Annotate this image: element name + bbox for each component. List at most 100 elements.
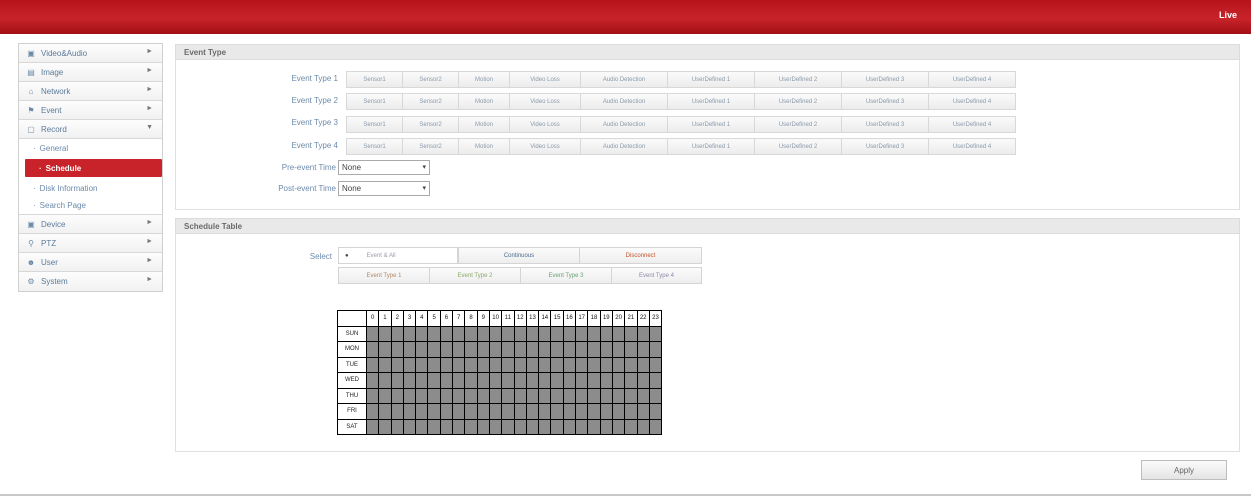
schedule-cell[interactable] bbox=[464, 325, 478, 342]
schedule-cell[interactable] bbox=[624, 325, 638, 342]
schedule-cell[interactable] bbox=[538, 356, 552, 373]
sidebar-item-system[interactable]: ⚙ System ► bbox=[19, 272, 162, 291]
event-type-3-userdefined-4-button[interactable]: UserDefined 4 bbox=[928, 116, 1016, 133]
schedule-cell[interactable] bbox=[587, 372, 601, 389]
day-label[interactable]: SUN bbox=[337, 325, 367, 342]
schedule-cell[interactable] bbox=[550, 356, 564, 373]
hour-header[interactable]: 9 bbox=[476, 310, 490, 327]
schedule-cell[interactable] bbox=[538, 403, 552, 420]
hour-header[interactable]: 7 bbox=[452, 310, 466, 327]
schedule-cell[interactable] bbox=[464, 372, 478, 389]
schedule-cell[interactable] bbox=[501, 372, 515, 389]
schedule-cell[interactable] bbox=[624, 356, 638, 373]
schedule-cell[interactable] bbox=[587, 341, 601, 358]
schedule-cell[interactable] bbox=[513, 341, 527, 358]
schedule-cell[interactable] bbox=[488, 325, 503, 342]
hour-header[interactable]: 6 bbox=[439, 310, 454, 327]
schedule-cell[interactable] bbox=[648, 387, 663, 404]
schedule-cell[interactable] bbox=[525, 325, 540, 342]
sidebar-item-image[interactable]: ▤ Image ► bbox=[19, 63, 162, 82]
schedule-cell[interactable] bbox=[488, 403, 503, 420]
schedule-cell[interactable] bbox=[402, 341, 417, 358]
schedule-cell[interactable] bbox=[464, 418, 478, 435]
schedule-cell[interactable] bbox=[501, 325, 515, 342]
schedule-cell[interactable] bbox=[550, 403, 564, 420]
schedule-cell[interactable] bbox=[538, 418, 552, 435]
schedule-cell[interactable] bbox=[599, 325, 613, 342]
schedule-cell[interactable] bbox=[488, 372, 503, 389]
pre-event-time-select[interactable]: None ▾ bbox=[338, 160, 430, 175]
schedule-cell[interactable] bbox=[611, 356, 626, 373]
schedule-cell[interactable] bbox=[562, 325, 577, 342]
event-type-1-video-loss-button[interactable]: Video Loss bbox=[509, 71, 581, 88]
schedule-cell[interactable] bbox=[599, 403, 613, 420]
hour-header[interactable]: 18 bbox=[587, 310, 601, 327]
schedule-cell[interactable] bbox=[402, 372, 417, 389]
day-label[interactable]: TUE bbox=[337, 356, 367, 373]
event-type-1-userdefined-1-button[interactable]: UserDefined 1 bbox=[667, 71, 755, 88]
schedule-cell[interactable] bbox=[513, 372, 527, 389]
event-all-option[interactable]: ● Event & All bbox=[338, 247, 458, 264]
schedule-cell[interactable] bbox=[624, 387, 638, 404]
schedule-cell[interactable] bbox=[402, 387, 417, 404]
schedule-cell[interactable] bbox=[513, 403, 527, 420]
schedule-cell[interactable] bbox=[476, 387, 490, 404]
event-type-1-motion-button[interactable]: Motion bbox=[458, 71, 510, 88]
event-type-2-audio-detection-button[interactable]: Audio Detection bbox=[580, 93, 668, 110]
schedule-cell[interactable] bbox=[575, 387, 589, 404]
schedule-cell[interactable] bbox=[648, 418, 663, 435]
schedule-cell[interactable] bbox=[599, 356, 613, 373]
day-label[interactable]: MON bbox=[337, 341, 367, 358]
schedule-cell[interactable] bbox=[427, 418, 441, 435]
schedule-cell[interactable] bbox=[365, 325, 380, 342]
event-type-2-userdefined-2-button[interactable]: UserDefined 2 bbox=[754, 93, 842, 110]
day-label[interactable]: SAT bbox=[337, 418, 367, 435]
hour-header[interactable]: 22 bbox=[636, 310, 650, 327]
schedule-cell[interactable] bbox=[378, 325, 392, 342]
schedule-cell[interactable] bbox=[439, 356, 454, 373]
schedule-cell[interactable] bbox=[525, 418, 540, 435]
sidebar-item-video-audio[interactable]: ▣ Video&Audio ► bbox=[19, 44, 162, 63]
schedule-cell[interactable] bbox=[476, 325, 490, 342]
schedule-cell[interactable] bbox=[575, 418, 589, 435]
schedule-cell[interactable] bbox=[365, 418, 380, 435]
event-type-4-audio-detection-button[interactable]: Audio Detection bbox=[580, 138, 668, 155]
sidebar-item-device[interactable]: ▣ Device ► bbox=[19, 215, 162, 234]
schedule-cell[interactable] bbox=[415, 325, 429, 342]
event-type-2-userdefined-3-button[interactable]: UserDefined 3 bbox=[841, 93, 929, 110]
schedule-cell[interactable] bbox=[415, 356, 429, 373]
schedule-cell[interactable] bbox=[648, 372, 663, 389]
schedule-cell[interactable] bbox=[513, 356, 527, 373]
event-type-1-userdefined-4-button[interactable]: UserDefined 4 bbox=[928, 71, 1016, 88]
schedule-cell[interactable] bbox=[390, 387, 404, 404]
schedule-cell[interactable] bbox=[365, 403, 380, 420]
schedule-cell[interactable] bbox=[365, 372, 380, 389]
schedule-cell[interactable] bbox=[501, 418, 515, 435]
schedule-cell[interactable] bbox=[415, 341, 429, 358]
schedule-cell[interactable] bbox=[575, 356, 589, 373]
schedule-cell[interactable] bbox=[427, 403, 441, 420]
schedule-cell[interactable] bbox=[648, 341, 663, 358]
schedule-cell[interactable] bbox=[611, 418, 626, 435]
sidebar-item-ptz[interactable]: ⚲ PTZ ► bbox=[19, 234, 162, 253]
schedule-cell[interactable] bbox=[611, 403, 626, 420]
schedule-cell[interactable] bbox=[452, 325, 466, 342]
event-type-3-audio-detection-button[interactable]: Audio Detection bbox=[580, 116, 668, 133]
schedule-cell[interactable] bbox=[587, 387, 601, 404]
schedule-cell[interactable] bbox=[538, 387, 552, 404]
schedule-cell[interactable] bbox=[550, 418, 564, 435]
schedule-cell[interactable] bbox=[562, 341, 577, 358]
schedule-cell[interactable] bbox=[415, 418, 429, 435]
live-link[interactable]: Live bbox=[1219, 10, 1237, 20]
schedule-cell[interactable] bbox=[648, 325, 663, 342]
sidebar-subitem-disk-information[interactable]: · Disk Information bbox=[19, 179, 162, 197]
schedule-cell[interactable] bbox=[513, 387, 527, 404]
schedule-cell[interactable] bbox=[611, 341, 626, 358]
schedule-cell[interactable] bbox=[550, 341, 564, 358]
schedule-cell[interactable] bbox=[488, 418, 503, 435]
schedule-cell[interactable] bbox=[587, 403, 601, 420]
schedule-cell[interactable] bbox=[513, 325, 527, 342]
schedule-cell[interactable] bbox=[365, 341, 380, 358]
schedule-cell[interactable] bbox=[439, 372, 454, 389]
event-type-2-userdefined-4-button[interactable]: UserDefined 4 bbox=[928, 93, 1016, 110]
